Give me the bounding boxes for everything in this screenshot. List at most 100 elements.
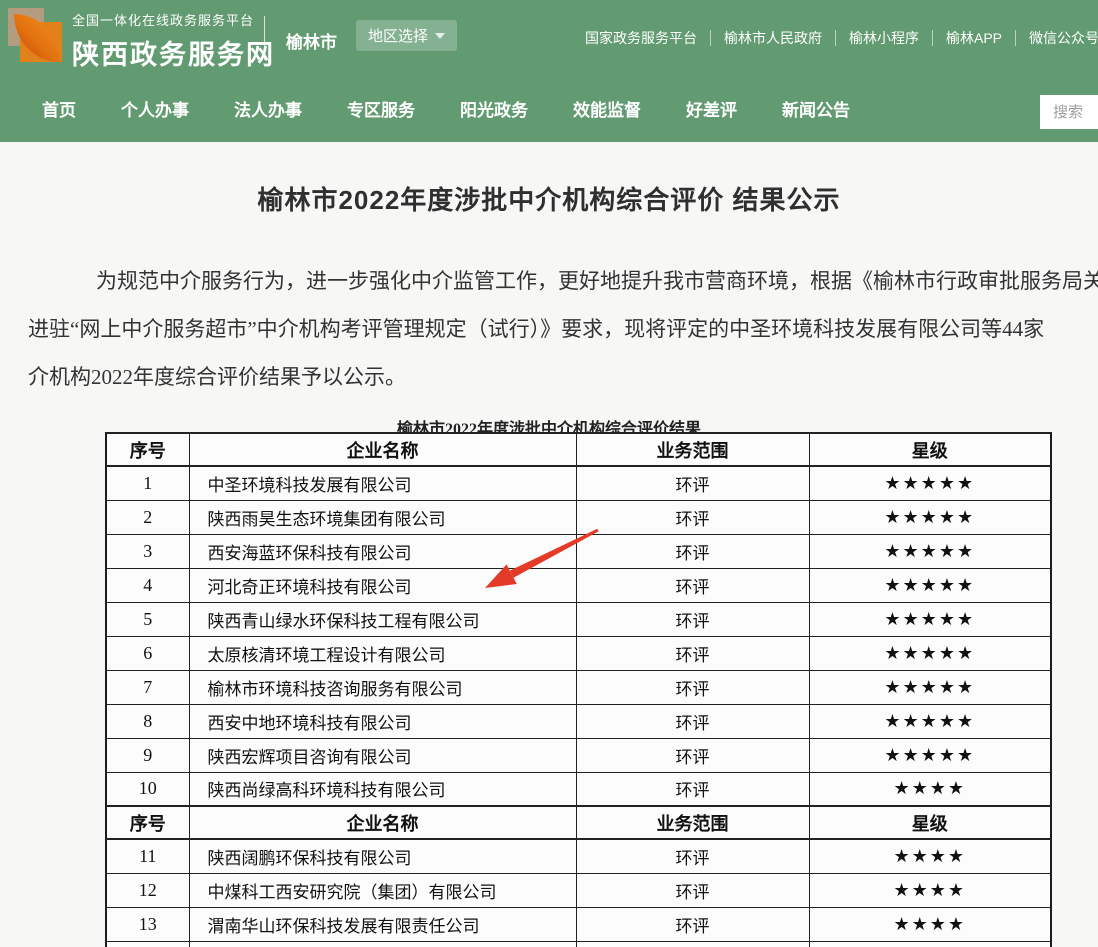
cell-star-rating: ★★★★★ — [809, 670, 1051, 704]
cell-index: 9 — [106, 738, 189, 772]
cell-index: 6 — [106, 636, 189, 670]
cell-business-scope: 环评 — [576, 534, 809, 568]
table-row: 6太原核清环境工程设计有限公司环评★★★★★ — [106, 636, 1051, 670]
cell-company-name: 西安中地环境科技有限公司 — [189, 704, 576, 738]
column-header: 企业名称 — [189, 806, 576, 839]
results-table-body: 序号企业名称业务范围星级1中圣环境科技发展有限公司环评★★★★★2陕西雨昊生态环… — [106, 433, 1051, 947]
cell-business-scope: 环评 — [576, 636, 809, 670]
cell-empty — [189, 941, 576, 947]
table-row: 8西安中地环境科技有限公司环评★★★★★ — [106, 704, 1051, 738]
table-row: 5陕西青山绿水环保科技工程有限公司环评★★★★★ — [106, 602, 1051, 636]
nav-item-zone-services[interactable]: 专区服务 — [347, 96, 415, 121]
platform-label: 全国一体化在线政务服务平台 — [72, 10, 275, 29]
top-link-national-platform[interactable]: 国家政务服务平台 — [572, 28, 710, 48]
cell-business-scope: 环评 — [576, 772, 809, 806]
nav-item-efficiency-supervision[interactable]: 效能监督 — [573, 96, 641, 121]
cell-star-rating: ★★★★ — [809, 839, 1051, 873]
nav-item-personal[interactable]: 个人办事 — [121, 96, 189, 121]
cell-star-rating: ★★★★★ — [809, 704, 1051, 738]
table-row: 10陕西尚绿高科环境科技有限公司环评★★★★ — [106, 772, 1051, 806]
cell-business-scope: 环评 — [576, 568, 809, 602]
cell-business-scope: 环评 — [576, 873, 809, 907]
region-select-button[interactable]: 地区选择 — [356, 20, 457, 51]
cell-business-scope: 环评 — [576, 466, 809, 500]
cell-star-rating: ★★★★★ — [809, 466, 1051, 500]
nav-item-open-government[interactable]: 阳光政务 — [460, 96, 528, 121]
region-select-label: 地区选择 — [368, 25, 428, 46]
column-header: 业务范围 — [576, 806, 809, 839]
table-header-row: 序号企业名称业务范围星级 — [106, 806, 1051, 839]
cell-company-name: 陕西阔鹏环保科技有限公司 — [189, 839, 576, 873]
cell-company-name: 陕西雨昊生态环境集团有限公司 — [189, 500, 576, 534]
table-row: 3西安海蓝环保科技有限公司环评★★★★★ — [106, 534, 1051, 568]
results-table: 序号企业名称业务范围星级1中圣环境科技发展有限公司环评★★★★★2陕西雨昊生态环… — [105, 432, 1052, 947]
cell-index: 5 — [106, 602, 189, 636]
cell-index: 7 — [106, 670, 189, 704]
cell-index: 12 — [106, 873, 189, 907]
cell-star-rating: ★★★★★ — [809, 602, 1051, 636]
cell-star-rating: ★★★★★ — [809, 568, 1051, 602]
paragraph-line: 为规范中介服务行为，进一步强化中介监管工作，更好地提升我市营商环境，根据《榆林市… — [28, 257, 1098, 305]
cell-index: 2 — [106, 500, 189, 534]
chevron-down-icon — [435, 33, 445, 39]
column-header: 业务范围 — [576, 433, 809, 466]
cell-business-scope: 环评 — [576, 670, 809, 704]
page: 全国一体化在线政务服务平台 陕西政务服务网 榆林市 地区选择 国家政务服务平台 … — [0, 0, 1098, 947]
page-title: 榆林市2022年度涉批中介机构综合评价 结果公示 — [0, 180, 1098, 217]
brand-divider — [264, 16, 265, 60]
cell-star-rating: ★★★★ — [809, 907, 1051, 941]
cell-company-name: 陕西尚绿高科环境科技有限公司 — [189, 772, 576, 806]
cell-star-rating: ★★★★★ — [809, 738, 1051, 772]
cell-index: 13 — [106, 907, 189, 941]
column-header: 星级 — [809, 806, 1051, 839]
column-header: 企业名称 — [189, 433, 576, 466]
cell-company-name: 中圣环境科技发展有限公司 — [189, 466, 576, 500]
cell-company-name: 陕西宏辉项目咨询有限公司 — [189, 738, 576, 772]
current-city-label: 榆林市 — [286, 28, 337, 53]
cell-empty — [576, 941, 809, 947]
column-header: 序号 — [106, 433, 189, 466]
table-header-row: 序号企业名称业务范围星级 — [106, 433, 1051, 466]
cell-business-scope: 环评 — [576, 907, 809, 941]
site-header: 全国一体化在线政务服务平台 陕西政务服务网 榆林市 地区选择 国家政务服务平台 … — [0, 0, 1098, 142]
cell-index: 1 — [106, 466, 189, 500]
cell-star-rating: ★★★★★ — [809, 636, 1051, 670]
column-header: 序号 — [106, 806, 189, 839]
brand-block: 全国一体化在线政务服务平台 陕西政务服务网 — [72, 10, 275, 72]
top-link-wechat[interactable]: 微信公众号 — [1016, 28, 1098, 48]
table-row: 4河北奇正环境科技有限公司环评★★★★★ — [106, 568, 1051, 602]
nav-item-rating[interactable]: 好差评 — [686, 96, 737, 121]
nav-item-news[interactable]: 新闻公告 — [782, 96, 850, 121]
table-row: 2陕西雨昊生态环境集团有限公司环评★★★★★ — [106, 500, 1051, 534]
cell-index: 11 — [106, 839, 189, 873]
top-link-app[interactable]: 榆林APP — [933, 28, 1015, 48]
cell-business-scope: 环评 — [576, 602, 809, 636]
cell-business-scope: 环评 — [576, 839, 809, 873]
top-link-mini-program[interactable]: 榆林小程序 — [836, 28, 932, 48]
cell-company-name: 中煤科工西安研究院（集团）有限公司 — [189, 873, 576, 907]
search-input[interactable] — [1040, 95, 1098, 129]
table-row: 1中圣环境科技发展有限公司环评★★★★★ — [106, 466, 1051, 500]
table-row-partial — [106, 941, 1051, 947]
table-row: 7榆林市环境科技咨询服务有限公司环评★★★★★ — [106, 670, 1051, 704]
table-row: 9陕西宏辉项目咨询有限公司环评★★★★★ — [106, 738, 1051, 772]
cell-company-name: 西安海蓝环保科技有限公司 — [189, 534, 576, 568]
cell-company-name: 太原核清环境工程设计有限公司 — [189, 636, 576, 670]
site-name: 陕西政务服务网 — [72, 33, 275, 72]
column-header: 星级 — [809, 433, 1051, 466]
header-top: 全国一体化在线政务服务平台 陕西政务服务网 榆林市 地区选择 国家政务服务平台 … — [0, 0, 1098, 75]
top-links: 国家政务服务平台 榆林市人民政府 榆林小程序 榆林APP 微信公众号 注册 — [572, 0, 1098, 75]
search-box — [1040, 95, 1098, 129]
nav-item-legal-person[interactable]: 法人办事 — [234, 96, 302, 121]
site-logo-icon — [8, 8, 62, 62]
nav-item-home[interactable]: 首页 — [42, 96, 76, 121]
main-nav: 首页 个人办事 法人办事 专区服务 阳光政务 效能监督 好差评 新闻公告 — [0, 75, 1098, 142]
paragraph-line: 介机构2022年度综合评价结果予以公示。 — [28, 353, 1098, 401]
cell-empty — [809, 941, 1051, 947]
cell-index: 10 — [106, 772, 189, 806]
table-row: 11陕西阔鹏环保科技有限公司环评★★★★ — [106, 839, 1051, 873]
top-link-city-government[interactable]: 榆林市人民政府 — [711, 28, 835, 48]
cell-company-name: 河北奇正环境科技有限公司 — [189, 568, 576, 602]
cell-index: 4 — [106, 568, 189, 602]
cell-company-name: 榆林市环境科技咨询服务有限公司 — [189, 670, 576, 704]
